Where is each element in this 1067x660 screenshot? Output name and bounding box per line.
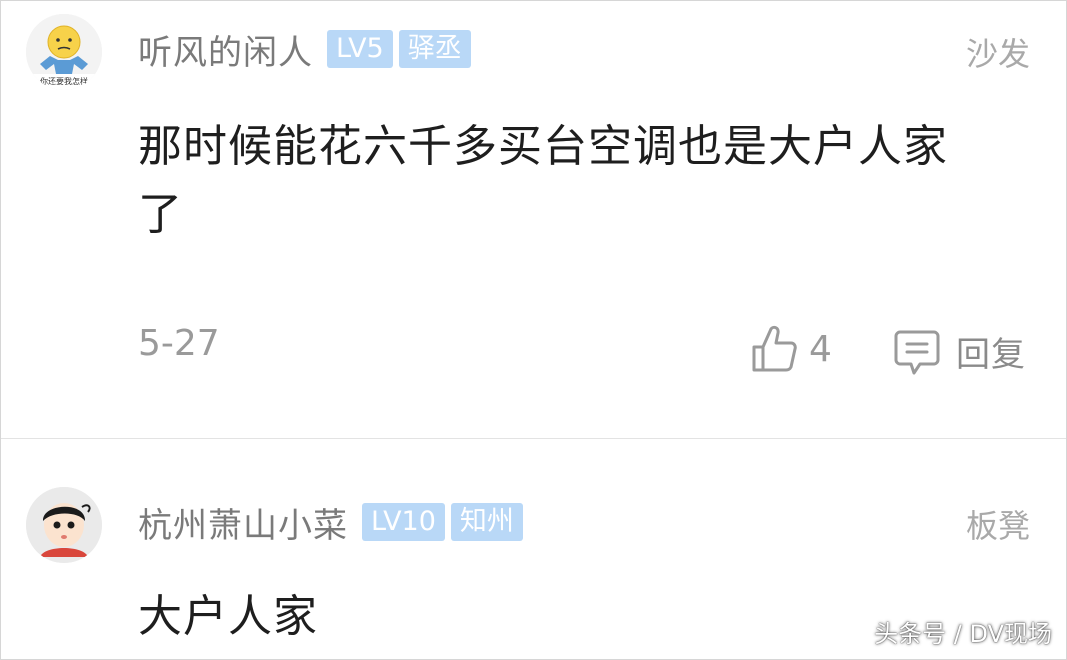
comment-date: 5-27	[138, 323, 220, 364]
level-badge: LV10	[362, 503, 445, 541]
thumbs-up-icon	[752, 325, 797, 372]
comment-text: 大户人家	[138, 591, 318, 642]
reply-button[interactable]: 回复	[894, 327, 1026, 376]
username[interactable]: 杭州萧山小菜	[138, 498, 348, 547]
cartoon-boy-avatar-icon	[26, 487, 102, 563]
username[interactable]: 听风的闲人	[138, 25, 313, 74]
comment-rank-label: 板凳	[965, 507, 1030, 545]
like-count: 4	[809, 328, 832, 370]
comment-bubble-icon	[894, 330, 940, 374]
avatar[interactable]	[26, 487, 102, 563]
comment-list: 你还要我怎样 听风的闲人 LV5 驿丞 沙发 那时候能花六千多买台空调也是大户人…	[0, 0, 1067, 660]
title-badge: 驿丞	[398, 30, 471, 68]
like-button[interactable]: 4	[751, 325, 832, 373]
comment-header: 听风的闲人 LV5 驿丞	[138, 25, 471, 74]
level-badge: LV5	[327, 30, 393, 68]
avatar[interactable]: 你还要我怎样	[26, 14, 102, 90]
comment-rank-label: 沙发	[965, 35, 1030, 73]
watermark: 头条号 / DV现场	[874, 620, 1052, 648]
shrug-emoji-avatar-icon: 你还要我怎样	[26, 14, 102, 90]
reply-label: 回复	[956, 335, 1026, 375]
comment-text: 那时候能花六千多买台空调也是大户人家了	[138, 121, 948, 240]
comment-item: 你还要我怎样 听风的闲人 LV5 驿丞 沙发 那时候能花六千多买台空调也是大户人…	[1, 1, 1066, 438]
title-badge: 知州	[450, 503, 523, 541]
avatar-caption: 你还要我怎样	[40, 76, 88, 86]
comment-header: 杭州萧山小菜 LV10 知州	[138, 498, 523, 547]
